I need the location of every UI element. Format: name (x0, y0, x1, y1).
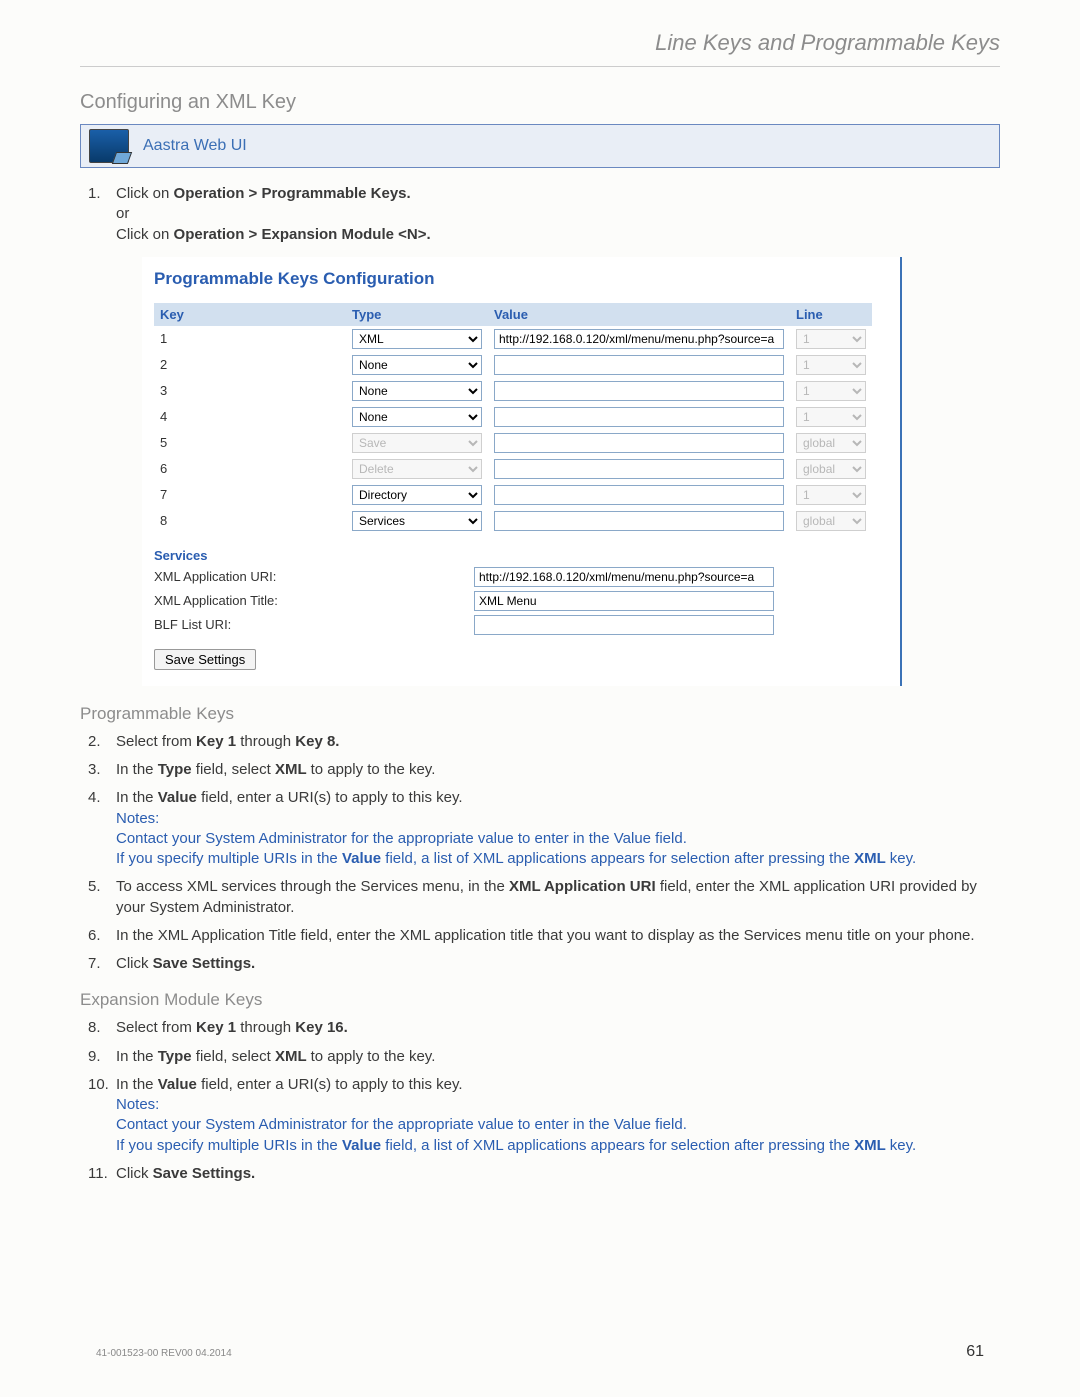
step-2: 2. Select from Key 1 through Key 8. (88, 728, 1000, 756)
key-cell: 3 (154, 378, 346, 404)
type-select[interactable]: None (352, 407, 482, 427)
table-row: 1 XML 1 (154, 326, 872, 352)
line-select: global (796, 459, 866, 479)
line-select: global (796, 511, 866, 531)
type-select[interactable]: None (352, 381, 482, 401)
step-10-note-1: Contact your System Administrator for th… (116, 1115, 1000, 1135)
line-select: 1 (796, 407, 866, 427)
col-key-header: Key (154, 303, 346, 326)
table-row: 8 Services global (154, 508, 872, 534)
section-title: Configuring an XML Key (80, 91, 1000, 114)
type-select[interactable]: Directory (352, 485, 482, 505)
step-1-num: 1. (88, 184, 101, 204)
step-10: 10. In the Value field, enter a URI(s) t… (88, 1071, 1000, 1160)
xml-app-title-input[interactable] (474, 591, 774, 611)
xml-app-uri-input[interactable] (474, 567, 774, 587)
programmable-keys-subhead: Programmable Keys (80, 704, 1000, 724)
value-input[interactable] (494, 485, 784, 505)
aastra-web-ui-box: Aastra Web UI (80, 124, 1000, 168)
save-settings-button[interactable]: Save Settings (154, 649, 256, 670)
col-type-header: Type (346, 303, 488, 326)
ui-heading: Programmable Keys Configuration (154, 269, 872, 289)
line-select: 1 (796, 381, 866, 401)
page-footer: 41-001523-00 REV00 04.2014 61 (96, 1343, 984, 1361)
step-4-note-1: Contact your System Administrator for th… (116, 829, 1000, 849)
value-input[interactable] (494, 459, 784, 479)
value-input[interactable] (494, 381, 784, 401)
step-1: 1. Click on Operation > Programmable Key… (88, 180, 1000, 249)
key-cell: 5 (154, 430, 346, 456)
col-value-header: Value (488, 303, 790, 326)
table-row: 5 Save global (154, 430, 872, 456)
step-6: 6. In the XML Application Title field, e… (88, 922, 1000, 950)
value-input[interactable] (494, 433, 784, 453)
step-1-text-b: Operation > Programmable Keys. (174, 185, 411, 202)
table-row: 7 Directory 1 (154, 482, 872, 508)
step-8: 8. Select from Key 1 through Key 16. (88, 1014, 1000, 1042)
step-4-notes-label: Notes: (116, 809, 1000, 829)
step-3: 3. In the Type field, select XML to appl… (88, 756, 1000, 784)
xml-app-uri-label: XML Application URI: (154, 569, 474, 584)
step-1-text-a: Click on (116, 185, 174, 202)
xml-app-title-label: XML Application Title: (154, 593, 474, 608)
line-select: 1 (796, 355, 866, 375)
blf-list-uri-label: BLF List URI: (154, 617, 474, 632)
type-select: Delete (352, 459, 482, 479)
expansion-module-keys-subhead: Expansion Module Keys (80, 990, 1000, 1010)
table-row: 6 Delete global (154, 456, 872, 482)
type-select: Save (352, 433, 482, 453)
key-cell: 4 (154, 404, 346, 430)
aastra-box-title: Aastra Web UI (143, 137, 247, 155)
key-cell: 2 (154, 352, 346, 378)
step-4: 4. In the Value field, enter a URI(s) to… (88, 784, 1000, 873)
monitor-icon (89, 129, 129, 163)
step-11: 11. Click Save Settings. (88, 1160, 1000, 1188)
key-cell: 1 (154, 326, 346, 352)
type-select[interactable]: XML (352, 329, 482, 349)
line-select: global (796, 433, 866, 453)
key-cell: 8 (154, 508, 346, 534)
value-input[interactable] (494, 355, 784, 375)
step-10-note-2: If you specify multiple URIs in the Valu… (116, 1136, 1000, 1156)
type-select[interactable]: None (352, 355, 482, 375)
step-5: 5. To access XML services through the Se… (88, 873, 1000, 922)
value-input[interactable] (494, 407, 784, 427)
running-head: Line Keys and Programmable Keys (80, 30, 1000, 67)
programmable-keys-config-panel: Programmable Keys Configuration Key Type… (142, 257, 902, 686)
table-row: 3 None 1 (154, 378, 872, 404)
page-number: 61 (966, 1343, 984, 1361)
key-cell: 7 (154, 482, 346, 508)
table-row: 4 None 1 (154, 404, 872, 430)
services-title: Services (154, 548, 872, 563)
step-10-notes-label: Notes: (116, 1095, 1000, 1115)
step-1-line2: Click on Operation > Expansion Module <N… (116, 225, 1000, 245)
step-4-note-2: If you specify multiple URIs in the Valu… (116, 849, 1000, 869)
doc-id: 41-001523-00 REV00 04.2014 (96, 1348, 232, 1359)
col-line-header: Line (790, 303, 872, 326)
value-input[interactable] (494, 511, 784, 531)
type-select[interactable]: Services (352, 511, 482, 531)
line-select: 1 (796, 329, 866, 349)
keys-table: Key Type Value Line 1XML12None13None14No… (154, 303, 872, 534)
line-select: 1 (796, 485, 866, 505)
step-7: 7. Click Save Settings. (88, 950, 1000, 978)
value-input[interactable] (494, 329, 784, 349)
step-1-or: or (116, 204, 1000, 224)
key-cell: 6 (154, 456, 346, 482)
table-row: 2 None 1 (154, 352, 872, 378)
blf-list-uri-input[interactable] (474, 615, 774, 635)
step-9: 9. In the Type field, select XML to appl… (88, 1043, 1000, 1071)
